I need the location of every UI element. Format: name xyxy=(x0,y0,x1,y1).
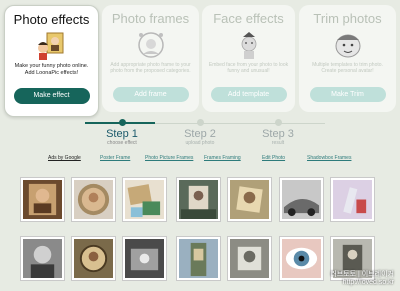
step-sublabel: upload photo xyxy=(185,140,215,146)
add-template-button[interactable]: Add template xyxy=(210,87,287,102)
step-label: Step 1 xyxy=(106,128,138,140)
effect-thumbnail[interactable] xyxy=(122,177,167,222)
watermark: 러브토토 | 이브레이커 http://loved.so.kr xyxy=(330,271,394,287)
effect-thumbnail[interactable] xyxy=(176,236,221,281)
effect-thumbnail[interactable] xyxy=(122,236,167,281)
add-frame-button[interactable]: Add frame xyxy=(112,87,189,102)
effect-thumbnail[interactable] xyxy=(330,177,375,222)
effect-thumbnail[interactable] xyxy=(279,177,324,222)
card-title: Trim photos xyxy=(313,11,382,26)
face-effects-illustration-icon xyxy=(229,30,269,60)
card-description: Embed face from your photo to look funny… xyxy=(208,62,289,74)
step-sublabel: result xyxy=(271,140,285,146)
ads-bar: Ads by Google Poster Frame Photo Picture… xyxy=(0,155,400,165)
ad-link-poster-frame[interactable]: Poster Frame xyxy=(100,155,130,161)
card-title: Face effects xyxy=(213,11,284,26)
effect-thumbnail[interactable] xyxy=(71,236,116,281)
ads-by-google-link[interactable]: Ads by Google xyxy=(48,155,81,161)
photo-frames-illustration-icon xyxy=(131,30,171,60)
steps-progress: Step 1 choose effect Step 2 upload photo… xyxy=(85,117,325,157)
step-2: Step 2 upload photo xyxy=(165,128,235,146)
effect-thumbnail[interactable] xyxy=(227,177,272,222)
watermark-line1: 러브토토 | 이브레이커 xyxy=(330,271,394,278)
step-2-dot xyxy=(197,119,204,126)
effect-thumbnail[interactable] xyxy=(71,177,116,222)
effect-thumbnail[interactable] xyxy=(279,236,324,281)
card-title: Photo effects xyxy=(13,12,90,27)
step-3: Step 3 result xyxy=(243,128,313,146)
step-3-dot xyxy=(275,119,282,126)
card-description: Add appropriate photo frame to your phot… xyxy=(110,62,191,74)
ad-link-shadowbox-frames[interactable]: Shadowbox Frames xyxy=(307,155,351,161)
card-face-effects[interactable]: Face effects Embed face from your photo … xyxy=(202,5,295,112)
step-label: Step 2 xyxy=(184,128,216,140)
card-photo-effects[interactable]: Photo effects Make your funny photo onli… xyxy=(4,5,99,117)
ad-link-photo-picture-frames[interactable]: Photo Picture Frames xyxy=(145,155,193,161)
effect-thumbnail[interactable] xyxy=(20,177,65,222)
photo-effects-illustration-icon xyxy=(32,31,72,61)
step-1: Step 1 choose effect xyxy=(87,128,157,146)
effect-thumbnail[interactable] xyxy=(20,236,65,281)
card-photo-frames[interactable]: Photo frames Add appropriate photo frame… xyxy=(102,5,199,112)
card-description: Multiple templates to trim photo. Create… xyxy=(312,62,383,74)
effect-thumbnail[interactable] xyxy=(227,236,272,281)
step-label: Step 3 xyxy=(262,128,294,140)
effect-thumbnail[interactable] xyxy=(176,177,221,222)
card-description: Make your funny photo online. Add LoonaP… xyxy=(14,63,89,76)
watermark-line2: http://loved.so.kr xyxy=(342,279,394,286)
ad-link-frames-framing[interactable]: Frames Framing xyxy=(204,155,241,161)
make-trim-button[interactable]: Make Trim xyxy=(309,87,386,102)
make-effect-button[interactable]: Make effect xyxy=(13,88,90,104)
step-1-dot xyxy=(119,119,126,126)
card-trim-photos[interactable]: Trim photos Multiple templates to trim p… xyxy=(299,5,396,112)
trim-photos-illustration-icon xyxy=(328,30,368,60)
step-sublabel: choose effect xyxy=(107,140,137,146)
ad-link-edit-photo[interactable]: Edit Photo xyxy=(262,155,285,161)
card-title: Photo frames xyxy=(111,11,190,26)
